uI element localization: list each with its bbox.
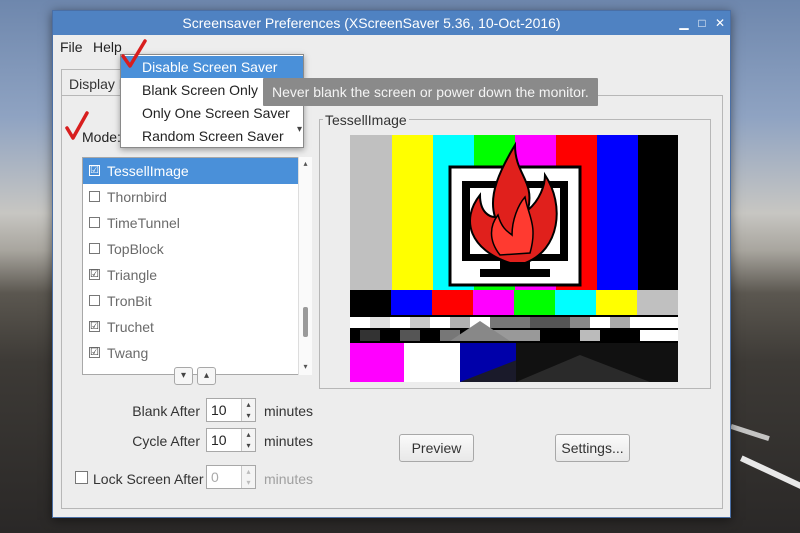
list-item[interactable]: TimeTunnel [83, 210, 311, 236]
blank-after-spinner[interactable]: 10 ▴ ▾ [206, 398, 256, 422]
spin-down-icon[interactable]: ▾ [241, 477, 255, 488]
list-item[interactable]: ☑ Triangle [83, 262, 311, 288]
chevron-up-icon: ▴ [203, 370, 210, 381]
checkbox-checked-icon[interactable]: ☑ [89, 347, 100, 358]
background-road-line [740, 455, 800, 491]
tooltip: Never blank the screen or power down the… [263, 78, 598, 106]
settings-button[interactable]: Settings... [555, 434, 630, 462]
mode-option-random[interactable]: Random Screen Saver [121, 125, 303, 147]
title-bar: Screensaver Preferences (XScreenSaver 5.… [53, 11, 730, 35]
menu-file[interactable]: File [60, 39, 83, 55]
list-scrollbar[interactable]: ▴ ▾ [298, 157, 312, 375]
lock-after-value[interactable]: 0 [211, 469, 219, 485]
list-item-label: Twang [107, 345, 149, 361]
window-title: Screensaver Preferences (XScreenSaver 5.… [182, 15, 561, 31]
list-item-label: Truchet [107, 319, 154, 335]
cycle-after-unit: minutes [264, 433, 314, 449]
preview-button[interactable]: Preview [399, 434, 474, 462]
dropdown-arrow-icon[interactable]: ▾ [297, 124, 305, 142]
list-item-label: TessellImage [107, 163, 189, 179]
checkbox-checked-icon[interactable]: ☑ [89, 321, 100, 332]
list-item[interactable]: TronBit [83, 288, 311, 314]
list-item-label: TronBit [107, 293, 152, 309]
scroll-down-arrow-icon[interactable]: ▾ [299, 361, 312, 373]
blank-after-unit: minutes [264, 403, 314, 419]
list-item-label: TopBlock [107, 241, 164, 257]
checkbox-checked-icon[interactable]: ☑ [89, 269, 100, 280]
lock-after-spinner[interactable]: 0 ▴ ▾ [206, 465, 256, 489]
list-item[interactable]: Thornbird [83, 184, 311, 210]
screensaver-list[interactable]: ☑ TessellImage Thornbird TimeTunnel TopB… [82, 157, 312, 375]
blank-after-label: Blank After [132, 403, 200, 419]
blank-after-value[interactable]: 10 [211, 402, 227, 418]
cycle-after-spinner[interactable]: 10 ▴ ▾ [206, 428, 256, 452]
list-item[interactable]: TopBlock [83, 236, 311, 262]
checkbox-checked-icon[interactable]: ☑ [89, 165, 100, 176]
checkbox-unchecked-icon[interactable] [89, 243, 100, 254]
move-up-button[interactable]: ▴ [197, 367, 216, 385]
checkbox-unchecked-icon[interactable] [89, 295, 100, 306]
spin-up-icon[interactable]: ▴ [241, 399, 255, 410]
spin-down-icon[interactable]: ▾ [241, 410, 255, 421]
list-item-label: TimeTunnel [107, 215, 180, 231]
move-down-button[interactable]: ▾ [174, 367, 193, 385]
scroll-up-arrow-icon[interactable]: ▴ [299, 158, 312, 170]
spin-up-icon[interactable]: ▴ [241, 429, 255, 440]
close-button[interactable]: ✕ [711, 14, 729, 32]
cycle-after-label: Cycle After [132, 433, 200, 449]
mode-option-disable[interactable]: Disable Screen Saver [121, 56, 303, 78]
checkbox-unchecked-icon[interactable] [89, 191, 100, 202]
maximize-button[interactable]: □ [693, 14, 711, 32]
red-check-annotation-icon [121, 39, 147, 68]
preview-image [350, 135, 678, 382]
list-item-label: Thornbird [107, 189, 167, 205]
list-item-label: Triangle [107, 267, 158, 283]
list-item[interactable]: ☑ Twang [83, 340, 311, 366]
preview-title: TessellImage [323, 112, 409, 128]
minimize-button[interactable]: ▁ [675, 14, 693, 32]
list-item[interactable]: ☑ Truchet [83, 314, 311, 340]
lock-screen-label: Lock Screen After [93, 471, 204, 487]
menu-help[interactable]: Help [93, 39, 122, 55]
lock-after-unit: minutes [264, 471, 314, 487]
lock-screen-checkbox[interactable] [75, 471, 88, 484]
list-item[interactable]: ☑ TessellImage [83, 158, 311, 184]
cycle-after-value[interactable]: 10 [211, 432, 227, 448]
test-pattern-preview [350, 135, 678, 382]
spin-down-icon[interactable]: ▾ [241, 440, 255, 451]
background-road-line [730, 423, 770, 442]
red-check-annotation-icon [65, 111, 89, 140]
checkbox-unchecked-icon[interactable] [89, 217, 100, 228]
spin-up-icon[interactable]: ▴ [241, 466, 255, 477]
scrollbar-thumb[interactable] [303, 307, 308, 337]
chevron-down-icon: ▾ [180, 370, 187, 381]
